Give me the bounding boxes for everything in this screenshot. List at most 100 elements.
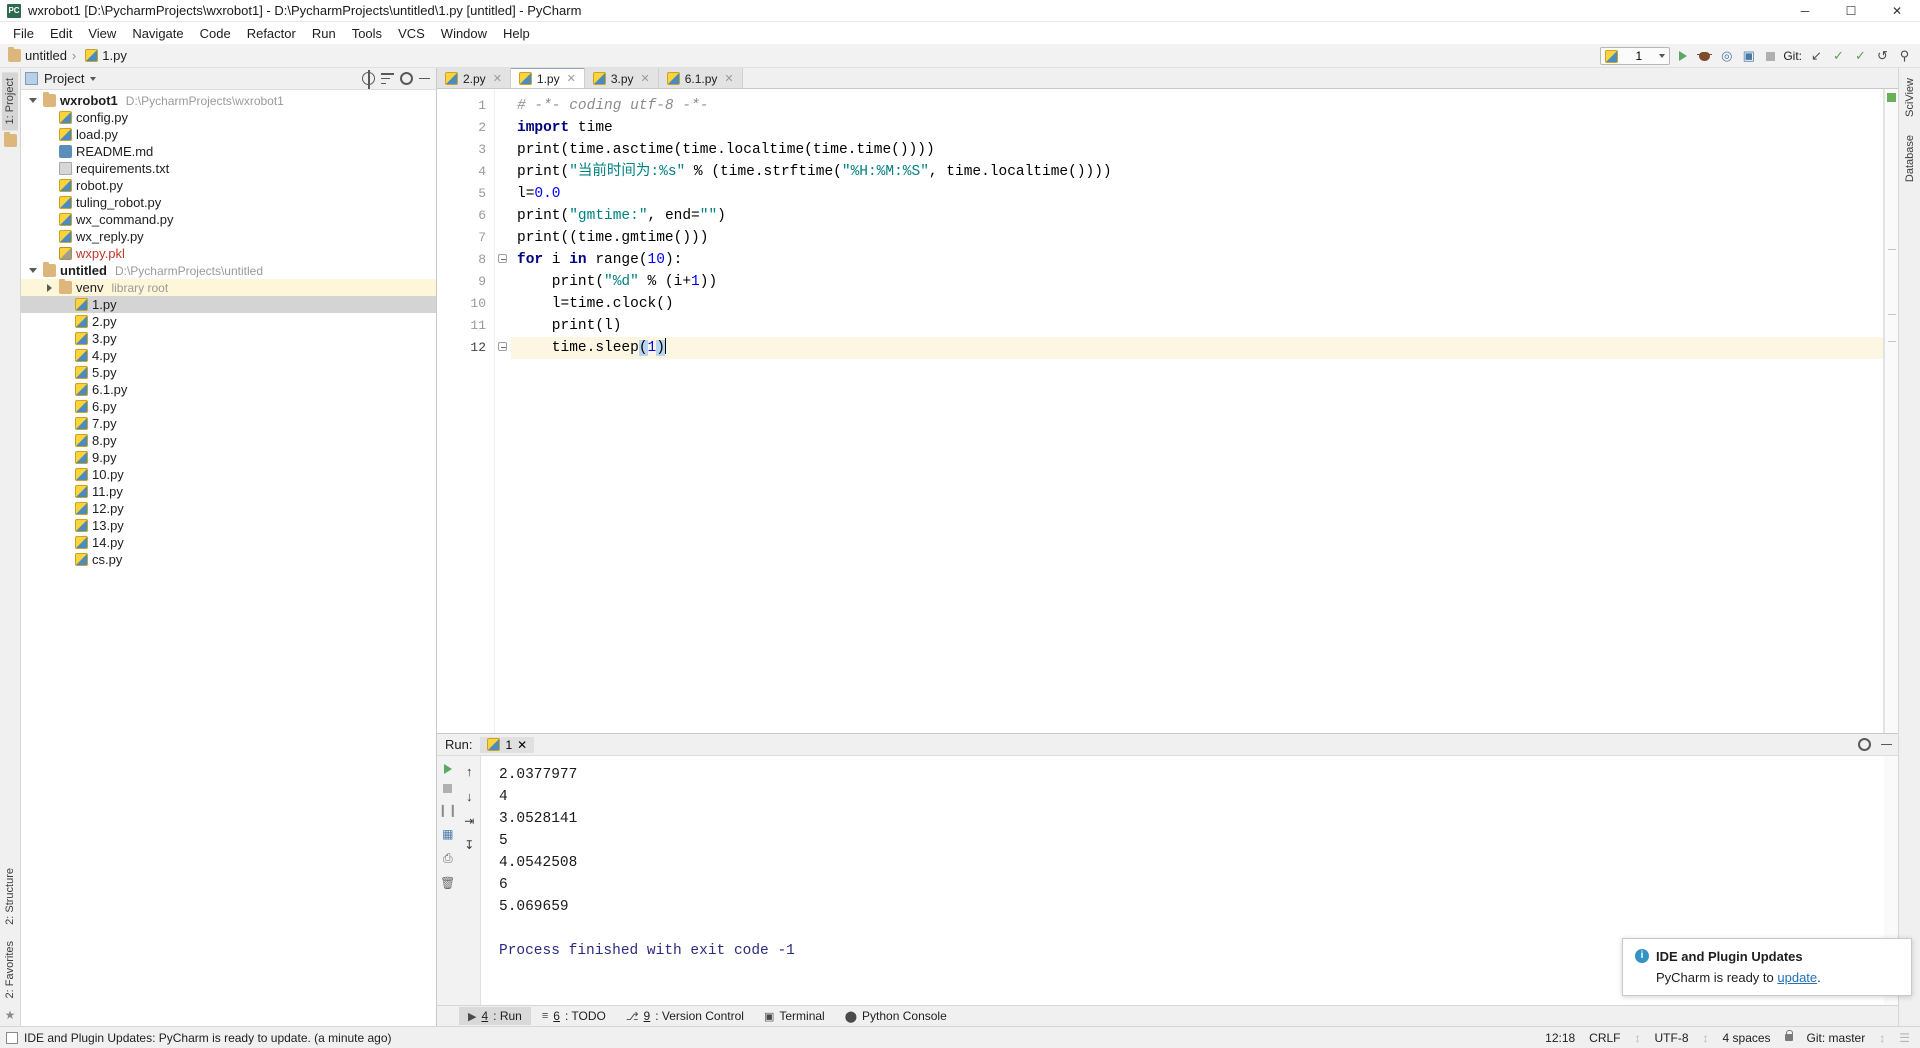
menu-navigate[interactable]: Navigate <box>124 24 191 43</box>
print-icon[interactable]: ⎙ <box>443 851 453 866</box>
tree-item-venv[interactable]: venv library root <box>21 279 436 296</box>
chevron-down-icon[interactable] <box>90 76 97 81</box>
minimize-button[interactable]: ─ <box>1782 0 1828 22</box>
tree-item-7-py[interactable]: 7.py <box>21 415 436 432</box>
editor-tab-2-py[interactable]: 2.py ✕ <box>437 67 511 88</box>
breadcrumb-file[interactable]: 1.py <box>67 48 127 63</box>
tree-item-wxpy-pkl[interactable]: wxpy.pkl <box>21 245 436 262</box>
collapse-all-icon[interactable] <box>381 73 394 84</box>
menu-edit[interactable]: Edit <box>42 24 80 43</box>
menu-code[interactable]: Code <box>192 24 239 43</box>
menu-view[interactable]: View <box>80 24 124 43</box>
lock-icon[interactable] <box>1784 1030 1794 1041</box>
tree-item-11-py[interactable]: 11.py <box>21 483 436 500</box>
trash-icon[interactable]: 🗑 <box>440 876 455 890</box>
menu-run[interactable]: Run <box>304 24 344 43</box>
menu-window[interactable]: Window <box>433 24 495 43</box>
vcs-history-button[interactable]: ↺ <box>1873 47 1892 66</box>
status-message[interactable]: IDE and Plugin Updates: PyCharm is ready… <box>24 1031 392 1045</box>
tree-item-12-py[interactable]: 12.py <box>21 500 436 517</box>
tree-item-requirements-txt[interactable]: requirements.txt <box>21 160 436 177</box>
vcs-update-button[interactable]: ↙ <box>1807 47 1826 66</box>
arrow-up-icon[interactable]: ↑ <box>466 764 473 779</box>
sidebar-item-favorites[interactable]: 2: Favorites <box>2 935 18 1004</box>
git-branch[interactable]: Git: master <box>1807 1031 1866 1045</box>
editor-marker-bar[interactable] <box>1884 89 1898 733</box>
profile-button[interactable]: ▣ <box>1739 47 1758 66</box>
fold-marker-for-loop[interactable] <box>498 254 507 263</box>
editor-tab-bar[interactable]: 2.py ✕ 1.py ✕ 3.py ✕ 6.1.py ✕ <box>437 67 1898 89</box>
memory-indicator[interactable]: ☰ <box>1899 1031 1910 1045</box>
run-tab-1[interactable]: 1 ✕ <box>480 736 535 753</box>
close-icon[interactable]: ✕ <box>641 72 650 85</box>
menu-tools[interactable]: Tools <box>344 24 390 43</box>
tree-item-1-py[interactable]: 1.py <box>21 296 436 313</box>
run-configuration-selector[interactable]: 1 <box>1600 47 1671 65</box>
tree-item-2-py[interactable]: 2.py <box>21 313 436 330</box>
soft-wrap-icon[interactable]: ⇥ <box>464 814 474 828</box>
tree-item-robot-py[interactable]: robot.py <box>21 177 436 194</box>
tree-item-4-py[interactable]: 4.py <box>21 347 436 364</box>
close-icon[interactable]: ✕ <box>517 738 527 752</box>
tree-item-9-py[interactable]: 9.py <box>21 449 436 466</box>
tree-item-config-py[interactable]: config.py <box>21 109 436 126</box>
arrow-down-icon[interactable]: ↓ <box>466 789 473 804</box>
sidebar-item-database[interactable]: Database <box>1902 129 1918 188</box>
stop-icon[interactable] <box>443 784 453 793</box>
run-coverage-button[interactable]: ◎ <box>1717 47 1736 66</box>
editor-tab-6-1-py[interactable]: 6.1.py ✕ <box>658 67 743 88</box>
vcs-commit-button[interactable]: ✓ <box>1829 47 1848 66</box>
tree-item-wx-reply-py[interactable]: wx_reply.py <box>21 228 436 245</box>
gear-icon[interactable] <box>400 72 413 85</box>
tree-item-14-py[interactable]: 14.py <box>21 534 436 551</box>
breadcrumb-untitled[interactable]: untitled <box>8 47 67 63</box>
tree-item-8-py[interactable]: 8.py <box>21 432 436 449</box>
tree-item-6-py[interactable]: 6.py <box>21 398 436 415</box>
bottom-tab-terminal[interactable]: ▣ Terminal <box>755 1007 834 1025</box>
chevron-down-icon[interactable] <box>27 268 39 273</box>
bottom-tab-todo[interactable]: ≡ 6: TODO <box>533 1007 615 1025</box>
pause-icon[interactable]: ❙❙ <box>438 803 458 817</box>
tree-item-tuling-robot-py[interactable]: tuling_robot.py <box>21 194 436 211</box>
tree-item-wx-command-py[interactable]: wx_command.py <box>21 211 436 228</box>
locate-file-icon[interactable] <box>362 70 375 89</box>
tree-item-3-py[interactable]: 3.py <box>21 330 436 347</box>
layout-icon[interactable]: ▦ <box>442 827 453 841</box>
bottom-tab-python-console[interactable]: ⬤ Python Console <box>836 1007 956 1025</box>
debug-button[interactable] <box>1695 47 1714 66</box>
tree-item-load-py[interactable]: load.py <box>21 126 436 143</box>
search-everywhere-button[interactable]: ⚲ <box>1895 47 1914 66</box>
sidebar-item-project[interactable]: 1: Project <box>2 72 18 131</box>
chevron-down-icon[interactable] <box>27 98 39 103</box>
close-button[interactable]: ✕ <box>1874 0 1920 22</box>
inspection-status-icon[interactable] <box>1887 93 1896 102</box>
tree-item-6-1-py[interactable]: 6.1.py <box>21 381 436 398</box>
scroll-to-end-icon[interactable]: ↧ <box>464 838 474 852</box>
close-icon[interactable]: ✕ <box>567 72 576 85</box>
tree-item-untitled[interactable]: untitled D:\PycharmProjects\untitled <box>21 262 436 279</box>
code-editor[interactable]: 1 2 3 4 5 6 7 8 9 10 11 12 # -*- coding utf-8 -*- i… <box>437 89 1898 733</box>
fold-marker-block-end[interactable] <box>498 342 507 351</box>
editor-tab-1-py[interactable]: 1.py ✕ <box>510 67 585 88</box>
caret-position[interactable]: 12:18 <box>1545 1031 1575 1045</box>
tree-item-wxrobot1[interactable]: wxrobot1 D:\PycharmProjects\wxrobot1 <box>21 92 436 109</box>
close-icon[interactable]: ✕ <box>493 72 502 85</box>
gear-icon[interactable] <box>1858 738 1871 751</box>
bottom-tab-run[interactable]: ▶ 4: Run <box>459 1007 531 1025</box>
menu-refactor[interactable]: Refactor <box>239 24 304 43</box>
tree-item-cs-py[interactable]: cs.py <box>21 551 436 568</box>
stop-button[interactable] <box>1761 47 1780 66</box>
maximize-button[interactable]: ☐ <box>1828 0 1874 22</box>
tree-item-10-py[interactable]: 10.py <box>21 466 436 483</box>
menu-help[interactable]: Help <box>495 24 538 43</box>
rerun-icon[interactable] <box>443 764 452 774</box>
indent-setting[interactable]: 4 spaces <box>1723 1031 1771 1045</box>
editor-tab-3-py[interactable]: 3.py ✕ <box>584 67 659 88</box>
tree-item-5-py[interactable]: 5.py <box>21 364 436 381</box>
line-separator[interactable]: CRLF <box>1589 1031 1620 1045</box>
update-link[interactable]: update <box>1777 970 1817 985</box>
bottom-tab-version-control[interactable]: ⎇ 9: Version Control <box>617 1007 753 1025</box>
event-log-icon[interactable] <box>6 1031 18 1044</box>
tree-item-readme-md[interactable]: README.md <box>21 143 436 160</box>
notification-balloon[interactable]: i IDE and Plugin Updates PyCharm is read… <box>1622 938 1912 996</box>
